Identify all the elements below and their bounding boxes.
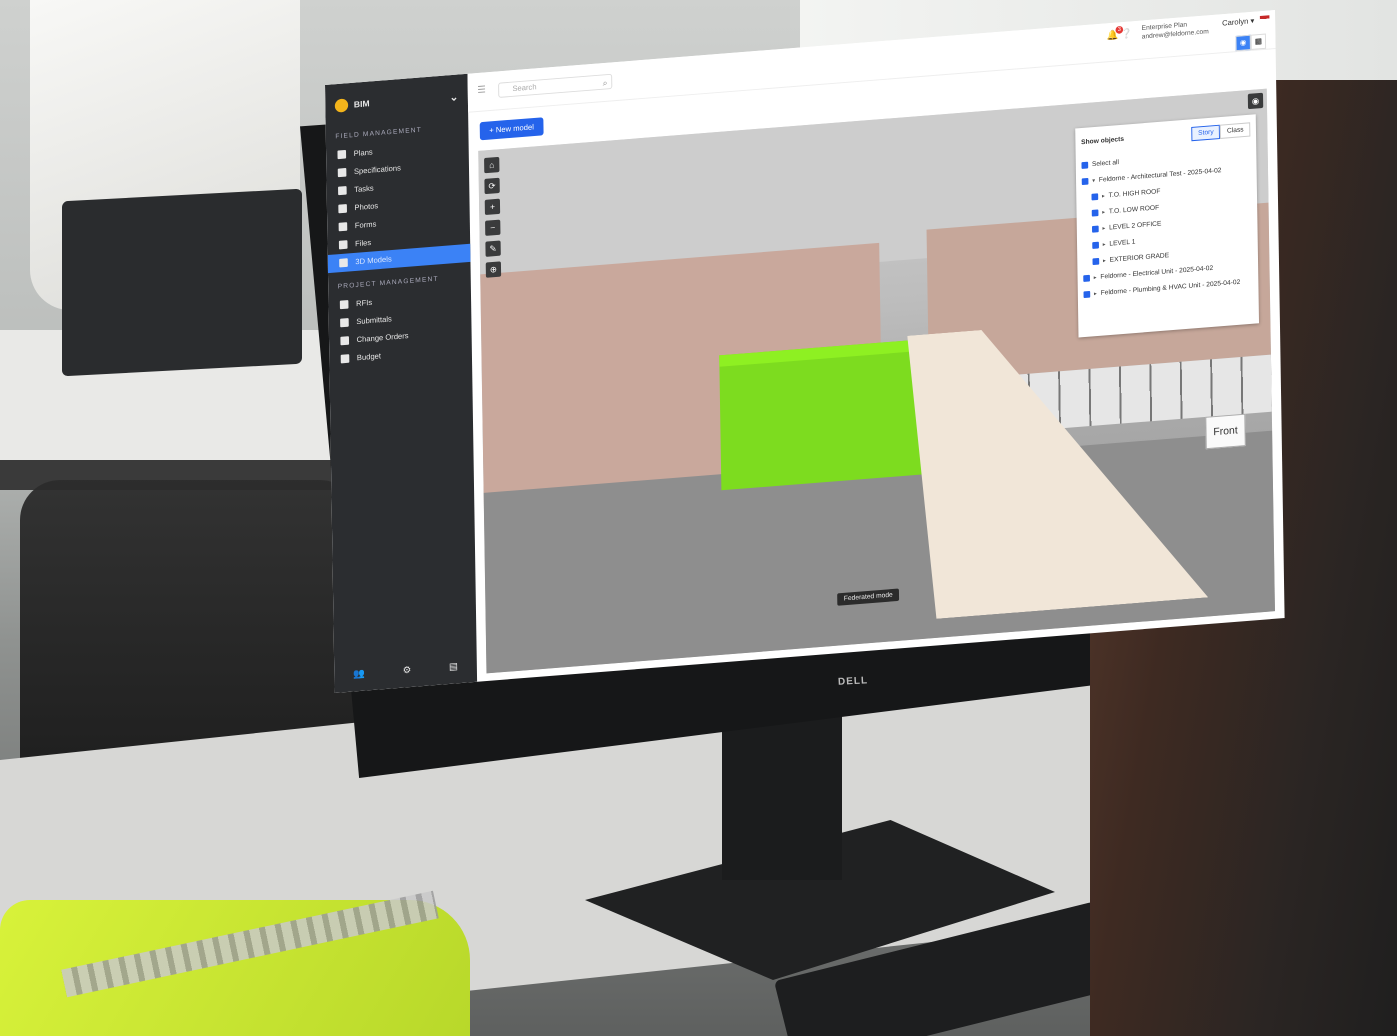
caret-down-icon[interactable]: ▾: [1092, 177, 1095, 184]
3d-viewer-canvas[interactable]: ⌂ ⟳ + − ✎ ⊕ ◉ Show objects Story Class S…: [478, 88, 1275, 674]
model-view-icon[interactable]: ◉: [1235, 34, 1251, 52]
tasks-icon: [338, 186, 347, 196]
home-icon[interactable]: ⌂: [484, 156, 500, 174]
section-icon[interactable]: ⊕: [485, 261, 502, 278]
hamburger-icon[interactable]: ☰: [477, 85, 486, 96]
sidebar-item-label: Submittals: [356, 314, 392, 327]
search-placeholder: Search: [512, 82, 537, 94]
camera-icon: [338, 204, 347, 214]
caret-right-icon[interactable]: ▸: [1094, 274, 1097, 281]
sidebar-item-label: Plans: [353, 147, 373, 158]
monitor-brand-logo: DELL: [837, 675, 869, 688]
sidebar-item-label: Photos: [354, 201, 379, 213]
forms-icon: [338, 222, 348, 232]
checkbox[interactable]: [1092, 257, 1100, 266]
tab-class[interactable]: Class: [1220, 122, 1251, 139]
checkbox[interactable]: [1083, 274, 1090, 282]
story-label: EXTERIOR GRADE: [1109, 252, 1170, 264]
gear-icon[interactable]: ⚙: [403, 665, 412, 676]
sidebar-item-label: Forms: [354, 219, 377, 231]
flag-icon[interactable]: [1259, 15, 1270, 23]
new-model-button[interactable]: + New model: [479, 117, 544, 141]
eye-icon[interactable]: ◉: [1247, 92, 1264, 110]
caret-right-icon[interactable]: ▸: [1102, 193, 1105, 200]
view-toggle: ◉ ▦: [1235, 33, 1267, 52]
app-logo-icon: [334, 98, 349, 113]
panel-tabs: Story Class: [1191, 122, 1251, 142]
module-name: BIM: [353, 98, 370, 110]
checkbox[interactable]: [1091, 193, 1099, 201]
caret-right-icon[interactable]: ▸: [1094, 290, 1097, 297]
grid-view-icon[interactable]: ▦: [1250, 33, 1267, 50]
sidebar-item-label: Tasks: [354, 183, 374, 194]
document-icon: [339, 300, 349, 310]
person-icon: [340, 318, 349, 328]
sidebar-item-label: Specifications: [353, 163, 401, 176]
user-menu[interactable]: Carolyn ▾: [1222, 16, 1254, 27]
zoom-out-icon[interactable]: −: [485, 219, 501, 236]
measure-icon[interactable]: ✎: [485, 240, 501, 257]
background-laptop: [62, 188, 302, 377]
checkbox[interactable]: [1081, 177, 1089, 186]
checkbox[interactable]: [1091, 225, 1099, 233]
sidebar-footer: 👥 ⚙ ▤: [334, 660, 477, 682]
app-screen: BIM ⌄ FIELD MANAGEMENT Plans Specificati…: [325, 10, 1285, 693]
sidebar-item-label: Budget: [356, 351, 382, 363]
plans-icon: [337, 149, 347, 160]
checkbox[interactable]: [1091, 209, 1099, 217]
sidebar-item-label: RFIs: [355, 298, 373, 308]
tab-story[interactable]: Story: [1191, 124, 1221, 142]
story-label: LEVEL 1: [1109, 238, 1136, 248]
chevron-down-icon[interactable]: ⌄: [449, 90, 459, 103]
caret-right-icon[interactable]: ▸: [1102, 225, 1105, 232]
checkbox[interactable]: [1083, 290, 1091, 299]
search-icon[interactable]: ⌕: [603, 76, 608, 90]
show-objects-panel: Show objects Story Class Select all ▾ Fel…: [1075, 114, 1260, 338]
specifications-icon: [337, 167, 347, 178]
story-label: LEVEL 2 OFFICE: [1109, 220, 1162, 232]
checkbox[interactable]: [1092, 241, 1099, 249]
view-cube[interactable]: Front: [1205, 413, 1246, 450]
panel-title: Show objects: [1081, 136, 1125, 147]
paperclip-icon: [338, 240, 348, 250]
caret-right-icon[interactable]: ▸: [1103, 257, 1106, 264]
caret-right-icon[interactable]: ▸: [1103, 241, 1106, 248]
help-icon[interactable]: ❔: [1121, 29, 1133, 40]
search-input[interactable]: Search ⌕: [498, 73, 613, 98]
select-all-label: Select all: [1091, 159, 1120, 169]
story-label: T.O. LOW ROOF: [1108, 204, 1160, 216]
clipboard-icon[interactable]: ▤: [449, 661, 458, 672]
sidebar-item-label: Files: [355, 238, 372, 249]
sidebar: BIM ⌄ FIELD MANAGEMENT Plans Specificati…: [325, 73, 478, 693]
orbit-icon[interactable]: ⟳: [484, 177, 500, 195]
cube-icon: [339, 258, 348, 268]
users-icon[interactable]: 👥: [353, 669, 365, 680]
office-scene: DELL BIM ⌄ FIELD MANAGEMENT Plans Specif…: [0, 0, 1397, 1036]
change-orders-icon: [340, 336, 350, 346]
calculator-icon: [340, 354, 350, 364]
caret-right-icon[interactable]: ▸: [1102, 209, 1105, 216]
zoom-in-icon[interactable]: +: [484, 198, 501, 216]
account-plan: Enterprise Plan andrew@feldorne.com: [1142, 19, 1209, 41]
sidebar-item-label: 3D Models: [355, 254, 392, 267]
story-label: T.O. HIGH ROOF: [1108, 188, 1161, 200]
sidebar-item-label: Change Orders: [356, 331, 409, 345]
checkbox[interactable]: [1081, 161, 1089, 169]
viewer-toolbar: ⌂ ⟳ + − ✎ ⊕: [484, 156, 502, 278]
